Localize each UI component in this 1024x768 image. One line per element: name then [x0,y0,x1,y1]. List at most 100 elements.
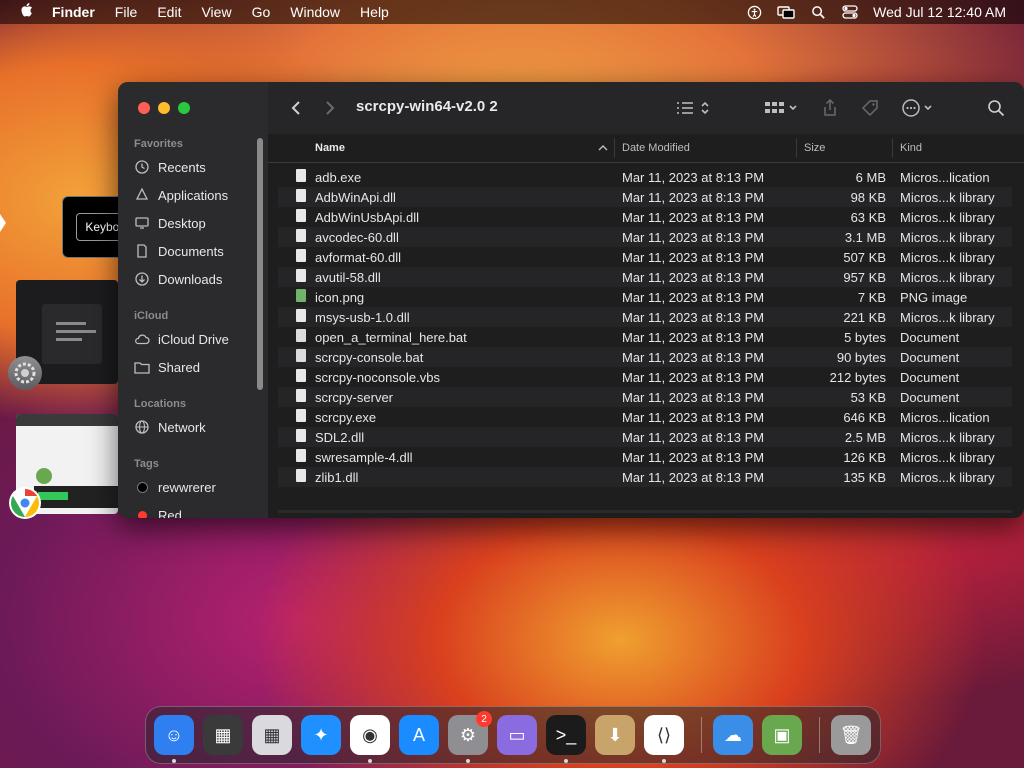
menu-app-finder[interactable]: Finder [52,4,95,20]
file-date-modified: Mar 11, 2023 at 8:13 PM [622,170,765,185]
file-date-modified: Mar 11, 2023 at 8:13 PM [622,350,765,365]
table-row[interactable]: scrcpy-console.bat Mar 11, 2023 at 8:13 P… [278,347,1012,367]
menu-clock[interactable]: Wed Jul 12 12:40 AM [873,4,1006,20]
dock-item-mission-control[interactable]: ▦ [203,715,243,755]
document-file-icon [296,409,306,422]
file-date-modified: Mar 11, 2023 at 8:13 PM [622,230,765,245]
table-row[interactable]: avutil-58.dll Mar 11, 2023 at 8:13 PM 957 … [278,267,1012,287]
sidebar-item-label: Downloads [158,271,223,287]
sidebar-item-documents[interactable]: Documents [134,240,224,262]
dock-item-trash[interactable]: 🗑 [831,715,871,755]
sidebar-item-tag-red[interactable]: Red [134,504,182,518]
zoom-button[interactable] [178,102,190,114]
table-row[interactable]: icon.png Mar 11, 2023 at 8:13 PM 7 KB PNG i… [278,287,1012,307]
horizontal-scrollbar[interactable] [278,510,1012,513]
column-separator[interactable] [892,138,893,158]
sidebar-item-downloads[interactable]: Downloads [134,268,222,290]
tag-icon [861,100,878,117]
chrome-stage-icon[interactable] [8,486,42,520]
file-kind: Micros...k library [900,190,995,205]
dock-item-finder[interactable]: ☺ [154,715,194,755]
more-actions-button[interactable] [900,98,938,118]
control-center-icon[interactable] [841,4,859,20]
table-row[interactable]: AdbWinUsbApi.dll Mar 11, 2023 at 8:13 PM 6… [278,207,1012,227]
menu-help[interactable]: Help [360,4,389,20]
toolbar: scrcpy-win64-v2.0 2 [268,82,1024,134]
shared-folder-icon [134,359,150,375]
dock-item-launchpad[interactable]: ▦ [252,715,292,755]
sidebar-item-network[interactable]: Network [134,416,206,438]
dock-item-simulator[interactable]: ▭ [497,715,537,755]
clock-icon [134,159,150,175]
search-button[interactable] [984,98,1008,118]
sidebar-item-tag-rewwrerer[interactable]: rewwrerer [134,476,216,498]
share-button[interactable] [818,98,842,118]
sidebar-scrollbar[interactable] [257,138,263,390]
column-separator[interactable] [614,138,615,158]
dock-item-installer[interactable]: ⬇ [595,715,635,755]
file-date-modified: Mar 11, 2023 at 8:13 PM [622,430,765,445]
menu-go[interactable]: Go [252,4,271,20]
sidebar-item-desktop[interactable]: Desktop [134,212,206,234]
table-row[interactable]: msys-usb-1.0.dll Mar 11, 2023 at 8:13 PM 2… [278,307,1012,327]
globe-icon [134,419,150,435]
search-icon[interactable] [809,4,827,20]
dock-item-minecraft[interactable]: ▣ [762,715,802,755]
table-row[interactable]: AdbWinApi.dll Mar 11, 2023 at 8:13 PM 98 K… [278,187,1012,207]
column-name[interactable]: Name [315,142,345,154]
file-date-modified: Mar 11, 2023 at 8:13 PM [622,390,765,405]
minecraft-icon: ▣ [773,724,791,745]
tag-dot-icon [134,479,150,495]
system-settings-stage-icon[interactable] [8,356,42,390]
column-size[interactable]: Size [804,142,825,154]
table-row[interactable]: open_a_terminal_here.bat Mar 11, 2023 at … [278,327,1012,347]
view-options-button[interactable] [674,98,714,118]
file-name: SDL2.dll [315,430,365,445]
sidebar-item-applications[interactable]: Applications [134,184,228,206]
dock-item-safari[interactable]: ✦ [301,715,341,755]
search-icon [988,100,1005,117]
dock-item-app-store[interactable]: A [399,715,439,755]
apple-menu-icon[interactable] [18,2,36,22]
table-row[interactable]: scrcpy-noconsole.vbs Mar 11, 2023 at 8:13… [278,367,1012,387]
dock-item-chrome[interactable]: ◉ [350,715,390,755]
file-size: 957 KB [843,270,886,285]
thumbnail-line [56,330,96,333]
dock-item-weather[interactable]: ☁ [713,715,753,755]
table-row[interactable]: swresample-4.dll Mar 11, 2023 at 8:13 PM 1… [278,447,1012,467]
document-file-icon [296,429,306,442]
file-kind: Micros...k library [900,450,995,465]
table-row[interactable]: zlib1.dll Mar 11, 2023 at 8:13 PM 135 KB Mi… [278,467,1012,487]
thumbnail-avatar [36,468,52,484]
minimize-button[interactable] [158,102,170,114]
sidebar-item-icloud-drive[interactable]: iCloud Drive [134,328,229,350]
menu-file[interactable]: File [115,4,138,20]
menu-edit[interactable]: Edit [157,4,181,20]
back-button[interactable] [288,98,304,118]
table-row[interactable]: scrcpy.exe Mar 11, 2023 at 8:13 PM 646 KB M… [278,407,1012,427]
accessibility-icon[interactable] [745,4,763,20]
tag-button[interactable] [858,98,882,118]
menu-window[interactable]: Window [290,4,340,20]
forward-button[interactable] [322,98,338,118]
group-button[interactable] [762,98,802,118]
dock-item-vscode[interactable]: ⟨⟩ [644,715,684,755]
table-row[interactable]: avformat-60.dll Mar 11, 2023 at 8:13 PM 50… [278,247,1012,267]
gear-icon: ⚙ [459,724,477,745]
dock-item-system-settings[interactable]: ⚙ 2 [448,711,492,755]
close-button[interactable] [138,102,150,114]
thumbnail-line [56,338,82,341]
menu-view[interactable]: View [201,4,231,20]
sidebar-item-shared[interactable]: Shared [134,356,200,378]
menu-bar: Finder File Edit View Go Window Help Wed… [0,0,1024,24]
dock-item-terminal[interactable]: >_ [546,715,586,755]
screen-mirroring-icon[interactable] [777,4,795,20]
table-row[interactable]: avcodec-60.dll Mar 11, 2023 at 8:13 PM 3.1… [278,227,1012,247]
table-row[interactable]: adb.exe Mar 11, 2023 at 8:13 PM 6 MB Micros… [278,167,1012,187]
table-row[interactable]: scrcpy-server Mar 11, 2023 at 8:13 PM 53 K… [278,387,1012,407]
table-row[interactable]: SDL2.dll Mar 11, 2023 at 8:13 PM 2.5 MB Mic… [278,427,1012,447]
column-date-modified[interactable]: Date Modified [622,142,690,154]
column-kind[interactable]: Kind [900,142,922,154]
column-separator[interactable] [796,138,797,158]
sidebar-item-recents[interactable]: Recents [134,156,206,178]
